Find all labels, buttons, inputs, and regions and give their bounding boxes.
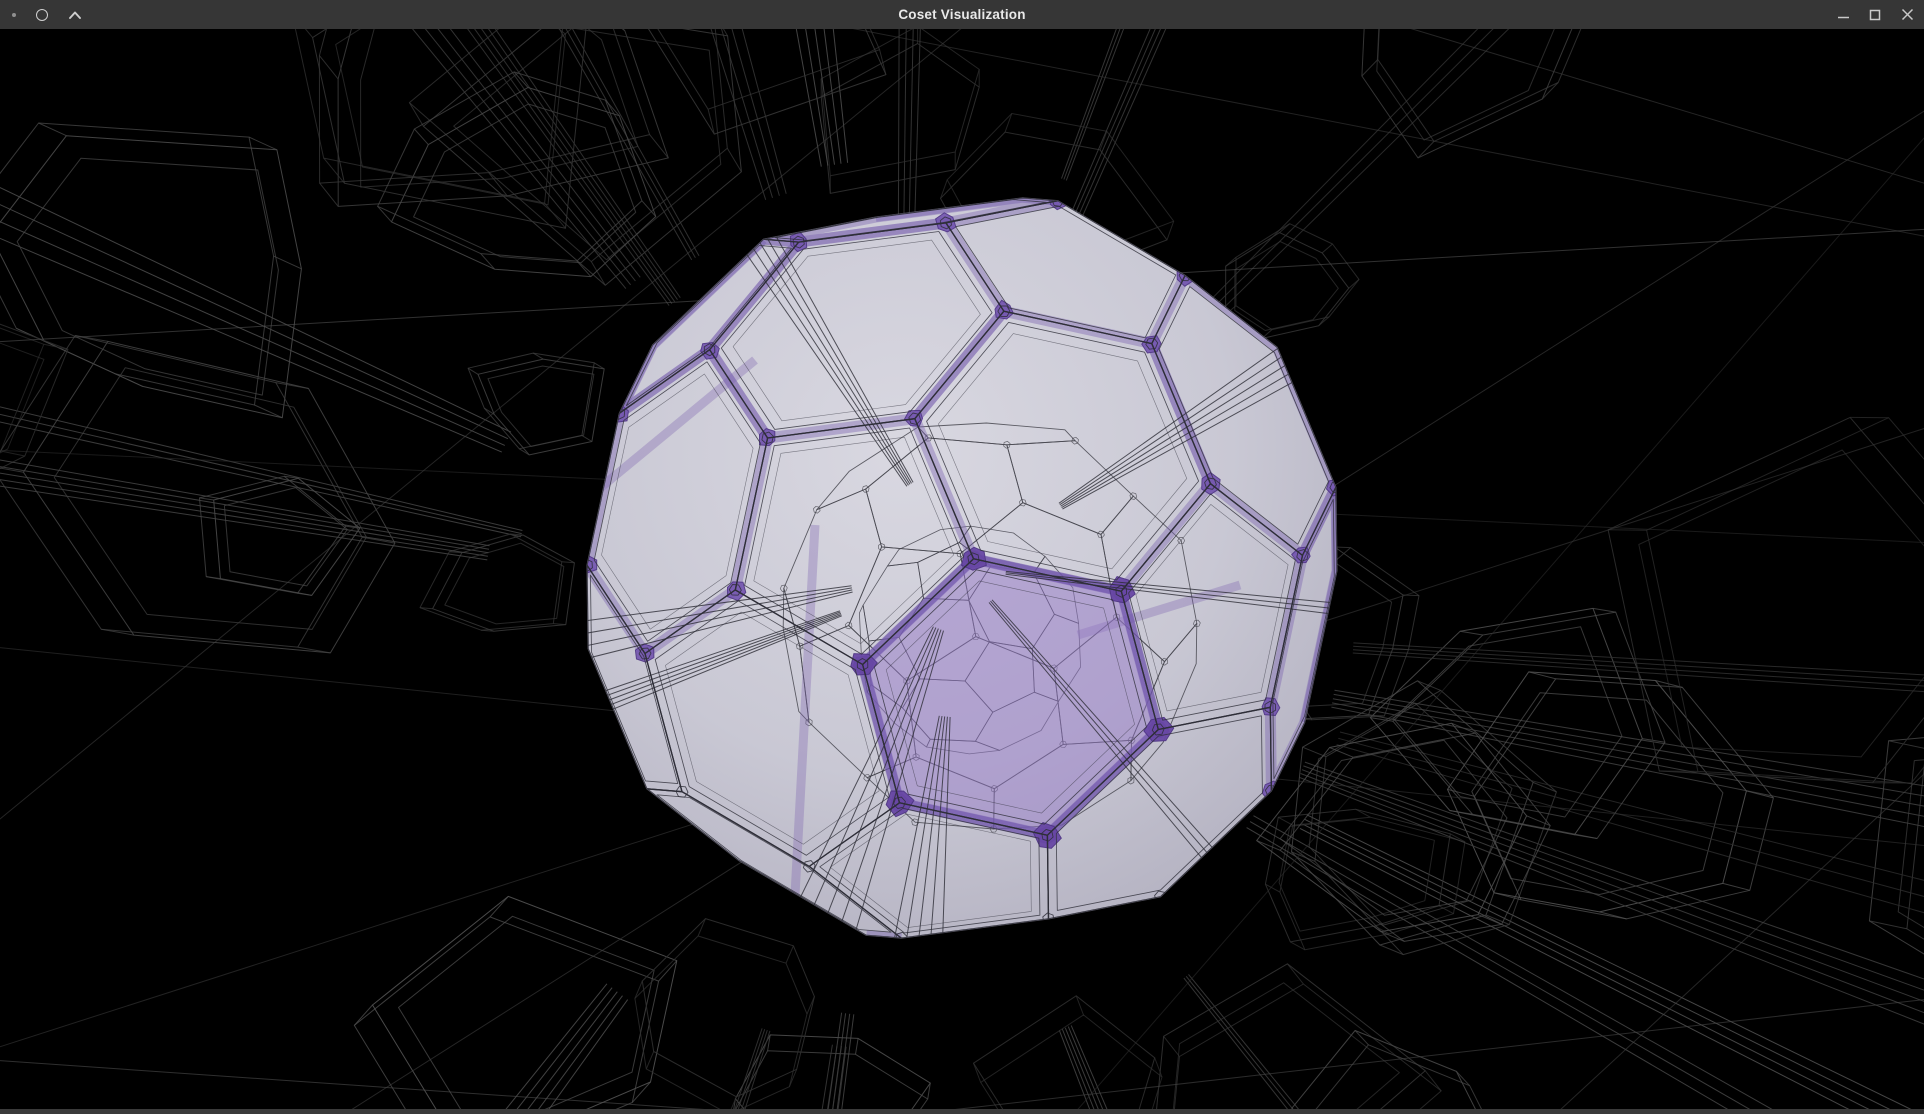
minimize-button[interactable] <box>1836 8 1850 22</box>
titlebar[interactable]: Coset Visualization <box>0 0 1924 29</box>
titlebar-window-controls <box>1836 0 1914 29</box>
window-bottom-border <box>0 1109 1924 1114</box>
close-button[interactable] <box>1900 8 1914 22</box>
window-title: Coset Visualization <box>0 7 1924 22</box>
minimize-icon <box>1837 8 1850 21</box>
maximize-button[interactable] <box>1868 8 1882 22</box>
viewport-3d[interactable] <box>0 29 1924 1109</box>
maximize-icon <box>1869 9 1881 21</box>
coset-ball-wireframe <box>427 97 1498 1108</box>
close-icon <box>1901 8 1914 21</box>
